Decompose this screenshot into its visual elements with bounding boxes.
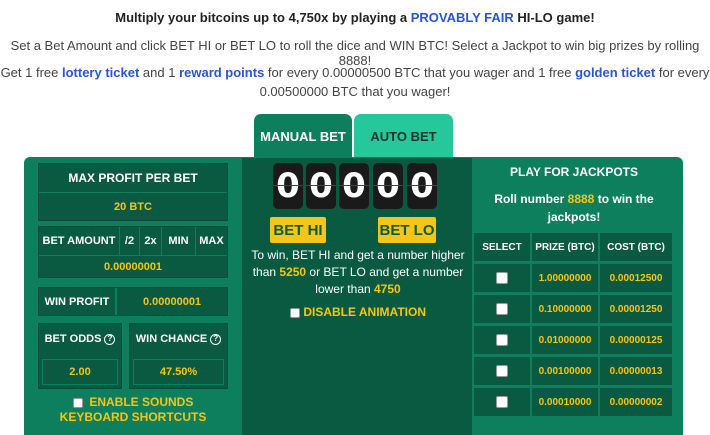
column-header: PRIZE (BTC) (532, 233, 598, 261)
cost-cell: 0.00001250 (600, 295, 672, 323)
win-profit-label: WIN PROFIT (44, 295, 110, 308)
table-row: 0.01000000 0.00000125 (474, 326, 672, 354)
column-header: SELECT (474, 233, 530, 261)
cost-cell: 0.00000002 (600, 388, 672, 416)
bet-rules-text: To win, BET HI and get a number higher t… (244, 247, 472, 298)
bet-amount-label: BET AMOUNT (42, 235, 116, 247)
disable-animation-option: DISABLE ANIMATION (244, 305, 472, 319)
headline: Multiply your bitcoins up to 4,750x by p… (0, 10, 710, 25)
max-profit-box: MAX PROFIT PER BET 20 BTC (38, 163, 228, 221)
disable-animation-label[interactable]: DISABLE ANIMATION (303, 305, 426, 319)
table-row: 1.00000000 0.00012500 (474, 264, 672, 292)
jackpot-number: 8888 (567, 192, 595, 206)
jackpots-table-header: SELECT PRIZE (BTC) COST (BTC) (474, 233, 672, 261)
tab-auto-bet[interactable]: AUTO BET (354, 114, 453, 158)
select-cell (474, 326, 530, 354)
double-bet-button[interactable]: 2x (139, 227, 161, 255)
max-profit-label: MAX PROFIT PER BET (68, 171, 198, 185)
bet-odds-header: BET ODDS? (39, 324, 121, 354)
tab-manual-bet[interactable]: MANUAL BET (254, 114, 352, 158)
rewards-text-b: and 1 (139, 65, 180, 80)
roll-digit: 0 (373, 163, 403, 209)
jackpot-checkbox[interactable] (496, 303, 508, 315)
roll-digit: 0 (407, 163, 437, 209)
roll-digit: 0 (273, 163, 303, 209)
roll-digit: 0 (306, 163, 336, 209)
max-bet-button[interactable]: MAX (195, 227, 227, 255)
win-profit-value: 0.00000001 (142, 295, 202, 308)
cost-cell: 0.00000125 (600, 326, 672, 354)
bet-lo-button[interactable]: BET LO (378, 217, 436, 243)
bet-hi-button[interactable]: BET HI (270, 217, 326, 243)
select-cell (474, 388, 530, 416)
table-row: 0.00100000 0.00000013 (474, 357, 672, 385)
select-cell (474, 295, 530, 323)
win-chance-input[interactable]: 47.50% (133, 359, 224, 385)
bet-amount-input[interactable]: 0.00000001 (39, 256, 227, 278)
bet-odds-box: BET ODDS? 2.00 (38, 323, 122, 389)
rewards-text-a: Get 1 free (0, 65, 62, 80)
win-chance-header: WIN CHANCE? (130, 324, 227, 354)
bet-odds-label: BET ODDS (44, 333, 102, 345)
prize-cell: 1.00000000 (532, 264, 598, 292)
golden-ticket-link[interactable]: golden ticket (575, 65, 655, 80)
jackpot-checkbox[interactable] (496, 365, 508, 377)
bet-amount-box: BET AMOUNT /2 2x MIN MAX 0.00000001 (38, 226, 228, 278)
jackpots-subtitle: Roll number 8888 to win the jackpots! (474, 190, 674, 226)
win-chance-label: WIN CHANCE (135, 333, 208, 345)
prize-cell: 0.00010000 (532, 388, 598, 416)
enable-sounds-label[interactable]: ENABLE SOUNDS (89, 395, 193, 409)
min-bet-button[interactable]: MIN (161, 227, 195, 255)
lottery-ticket-link[interactable]: lottery ticket (62, 65, 139, 80)
lo-threshold: 4750 (374, 282, 401, 296)
sounds-options: ENABLE SOUNDS KEYBOARD SHORTCUTS (24, 395, 242, 425)
keyboard-shortcuts-link[interactable]: KEYBOARD SHORTCUTS (24, 410, 242, 425)
max-profit-value: 20 BTC (114, 200, 152, 213)
prize-cell: 0.10000000 (532, 295, 598, 323)
table-row: 0.10000000 0.00001250 (474, 295, 672, 323)
rewards-text-c: for every 0.00000500 BTC that you wager … (264, 65, 576, 80)
prize-cell: 0.00100000 (532, 357, 598, 385)
cost-cell: 0.00012500 (600, 264, 672, 292)
bet-odds-input[interactable]: 2.00 (42, 359, 118, 385)
prize-cell: 0.01000000 (532, 326, 598, 354)
intro-rewards-text: Get 1 free lottery ticket and 1 reward p… (0, 63, 710, 101)
win-chance-box: WIN CHANCE? 47.50% (129, 323, 228, 389)
reward-points-link[interactable]: reward points (179, 65, 264, 80)
roll-digit: 0 (339, 163, 369, 209)
select-cell (474, 264, 530, 292)
jackpot-checkbox[interactable] (496, 396, 508, 408)
headline-text: Multiply your bitcoins up to 4,750x by p… (115, 10, 411, 25)
hi-threshold: 5250 (279, 265, 307, 279)
headline-suffix: HI-LO game! (513, 10, 595, 25)
table-row: 0.00010000 0.00000002 (474, 388, 672, 416)
jackpots-sub-a: Roll number (494, 192, 568, 206)
help-icon[interactable]: ? (210, 333, 222, 345)
disable-animation-checkbox[interactable] (289, 307, 300, 318)
jackpot-checkbox[interactable] (496, 272, 508, 284)
enable-sounds-checkbox[interactable] (72, 397, 83, 408)
jackpots-title: PLAY FOR JACKPOTS (509, 165, 639, 179)
half-bet-button[interactable]: /2 (119, 227, 139, 255)
win-profit-box: WIN PROFIT 0.00000001 (38, 287, 228, 316)
cost-cell: 0.00000013 (600, 357, 672, 385)
column-header: COST (BTC) (600, 233, 672, 261)
help-icon[interactable]: ? (104, 333, 116, 345)
jackpot-checkbox[interactable] (496, 334, 508, 346)
select-cell (474, 357, 530, 385)
provably-fair-link[interactable]: PROVABLY FAIR (411, 10, 514, 25)
